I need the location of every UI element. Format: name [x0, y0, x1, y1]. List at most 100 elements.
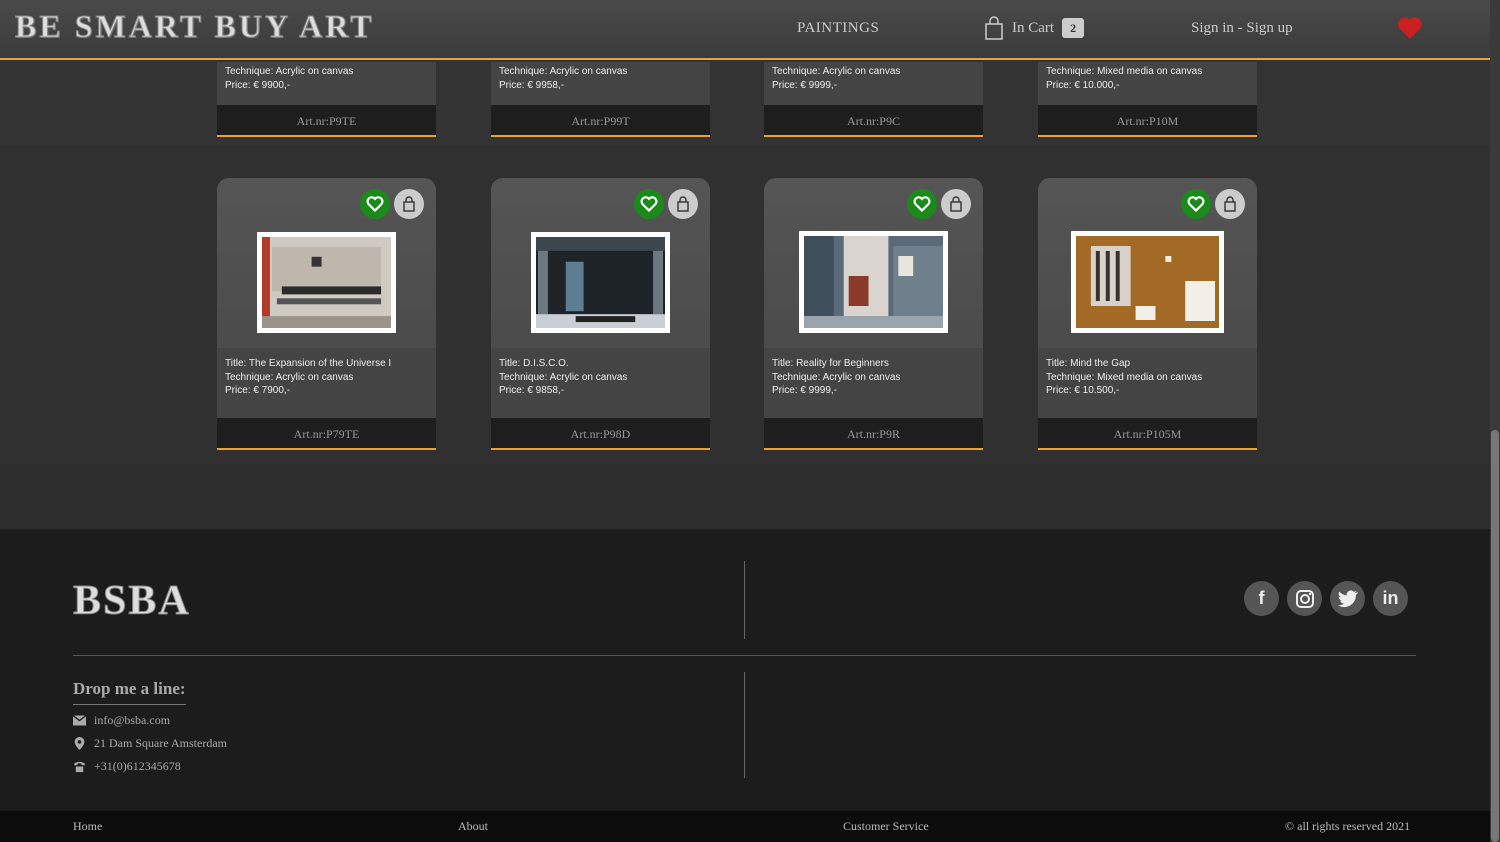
instagram-glyph: [1295, 589, 1314, 608]
scrollbar-thumb[interactable]: [1491, 430, 1499, 842]
cart-label: In Cart: [1012, 19, 1055, 36]
card-price: Price: € 10.000,-: [1046, 79, 1120, 91]
phone-text: +31(0)612345678: [94, 759, 181, 773]
facebook-glyph: f: [1258, 588, 1265, 608]
contact-phone[interactable]: +31(0)612345678: [73, 759, 181, 774]
contact-email[interactable]: info@bsba.com: [73, 713, 170, 728]
add-to-cart-button[interactable]: [394, 189, 424, 219]
card-artnr[interactable]: Art.nr:P9C: [764, 105, 983, 137]
product-card[interactable]: Title: Mind the Gap Technique: Mixed med…: [1038, 178, 1257, 450]
favorite-button[interactable]: [634, 189, 664, 219]
card-image-area: [217, 178, 436, 348]
lock-bag-icon: [950, 196, 962, 212]
card-title: Title: Reality for Beginners: [772, 358, 889, 369]
social-links: f in: [1244, 581, 1408, 616]
card-technique: Technique: Acrylic on canvas: [225, 371, 354, 383]
product-card[interactable]: Technique: Mixed media on canvas Price: …: [1038, 62, 1257, 137]
card-info: Title: D.I.S.C.O. Technique: Acrylic on …: [491, 348, 710, 418]
footer-link-customer-service[interactable]: Customer Service: [843, 819, 929, 834]
cart-count-badge: 2: [1062, 18, 1085, 38]
footer-divider: [744, 561, 745, 639]
bottom-nav: Home About Customer Service © all rights…: [0, 811, 1490, 842]
favorites-heart-icon[interactable]: [1397, 16, 1423, 40]
add-to-cart-button[interactable]: [668, 189, 698, 219]
card-artnr[interactable]: Art.nr:P98D: [491, 418, 710, 450]
card-price: Price: € 9958,-: [499, 79, 565, 91]
card-technique: Technique: Mixed media on canvas: [1046, 66, 1203, 77]
card-price: Price: € 9999,-: [772, 385, 838, 396]
card-title: Title: D.I.S.C.O.: [499, 358, 569, 369]
add-to-cart-button[interactable]: [1215, 189, 1245, 219]
address-text: 21 Dam Square Amsterdam: [94, 736, 227, 750]
product-card[interactable]: Technique: Acrylic on canvas Price: € 99…: [491, 62, 710, 137]
linkedin-glyph: in: [1382, 588, 1399, 608]
card-info: Technique: Mixed media on canvas Price: …: [1038, 62, 1257, 105]
signin-link[interactable]: Sign in - Sign up: [1191, 20, 1293, 37]
card-technique: Technique: Acrylic on canvas: [225, 66, 354, 77]
card-info: Title: Mind the Gap Technique: Mixed med…: [1038, 348, 1257, 418]
footer-divider: [744, 672, 745, 778]
heart-icon: [1187, 196, 1205, 212]
artwork-thumbnail[interactable]: [1071, 231, 1224, 333]
heart-icon: [913, 196, 931, 212]
favorite-button[interactable]: [360, 189, 390, 219]
card-technique: Technique: Acrylic on canvas: [499, 66, 628, 77]
footer-link-home[interactable]: Home: [73, 819, 102, 834]
site-header: BE SMART BUY ART PAINTINGS In Cart 2 Sig…: [0, 0, 1490, 60]
drop-line-heading: Drop me a line:: [73, 679, 186, 705]
card-technique: Technique: Acrylic on canvas: [499, 371, 628, 383]
product-card[interactable]: Technique: Acrylic on canvas Price: € 99…: [764, 62, 983, 137]
card-info: Technique: Acrylic on canvas Price: € 99…: [491, 62, 710, 105]
site-footer: BSBA f in Drop me a line: info@bsba.com …: [0, 529, 1490, 811]
card-title: Title: The Expansion of the Universe I: [225, 358, 392, 369]
card-technique: Technique: Mixed media on canvas: [1046, 371, 1203, 383]
artwork-thumbnail[interactable]: [531, 232, 670, 333]
favorite-button[interactable]: [907, 189, 937, 219]
heart-icon: [366, 196, 384, 212]
artwork-thumbnail[interactable]: [799, 231, 948, 333]
card-info: Technique: Acrylic on canvas Price: € 99…: [217, 62, 436, 105]
add-to-cart-button[interactable]: [941, 189, 971, 219]
nav-paintings[interactable]: PAINTINGS: [797, 20, 879, 37]
linkedin-icon[interactable]: in: [1373, 581, 1408, 616]
product-card[interactable]: Technique: Acrylic on canvas Price: € 99…: [217, 62, 436, 137]
artwork-image: [804, 236, 943, 328]
footer-link-about[interactable]: About: [458, 819, 488, 834]
artwork-image: [1076, 236, 1219, 328]
instagram-icon[interactable]: [1287, 581, 1322, 616]
lock-bag-icon: [403, 196, 415, 212]
product-card[interactable]: Title: The Expansion of the Universe I T…: [217, 178, 436, 450]
email-text: info@bsba.com: [94, 713, 171, 727]
card-artnr[interactable]: Art.nr:P10M: [1038, 105, 1257, 137]
card-image-area: [764, 178, 983, 348]
card-artnr[interactable]: Art.nr:P9R: [764, 418, 983, 450]
envelope-icon: [73, 714, 86, 726]
page-scrollbar[interactable]: [1490, 0, 1500, 842]
cart-link[interactable]: In Cart 2: [984, 16, 1085, 40]
heart-icon: [640, 196, 658, 212]
card-info: Title: The Expansion of the Universe I T…: [217, 348, 436, 418]
site-logo[interactable]: BE SMART BUY ART: [15, 8, 375, 45]
card-artnr[interactable]: Art.nr:P79TE: [217, 418, 436, 450]
footer-logo[interactable]: BSBA: [73, 577, 191, 625]
copyright-text: © all rights reserved 2021: [1285, 819, 1411, 833]
product-card[interactable]: Title: Reality for Beginners Technique: …: [764, 178, 983, 450]
twitter-icon[interactable]: [1330, 581, 1365, 616]
card-artnr[interactable]: Art.nr:P99T: [491, 105, 710, 137]
card-image-area: [491, 178, 710, 348]
footer-hr: [73, 655, 1416, 656]
card-price: Price: € 9858,-: [499, 385, 565, 396]
phone-icon: [73, 761, 86, 773]
artwork-thumbnail[interactable]: [257, 232, 396, 333]
facebook-icon[interactable]: f: [1244, 581, 1279, 616]
card-info: Title: Reality for Beginners Technique: …: [764, 348, 983, 418]
card-image-area: [1038, 178, 1257, 348]
card-technique: Technique: Acrylic on canvas: [772, 371, 901, 383]
favorite-button[interactable]: [1181, 189, 1211, 219]
lock-bag-icon: [677, 196, 689, 212]
product-card[interactable]: Title: D.I.S.C.O. Technique: Acrylic on …: [491, 178, 710, 450]
lock-bag-icon: [1224, 196, 1236, 212]
card-artnr[interactable]: Art.nr:P105M: [1038, 418, 1257, 450]
card-artnr[interactable]: Art.nr:P9TE: [217, 105, 436, 137]
card-price: Price: € 10.500,-: [1046, 385, 1120, 396]
